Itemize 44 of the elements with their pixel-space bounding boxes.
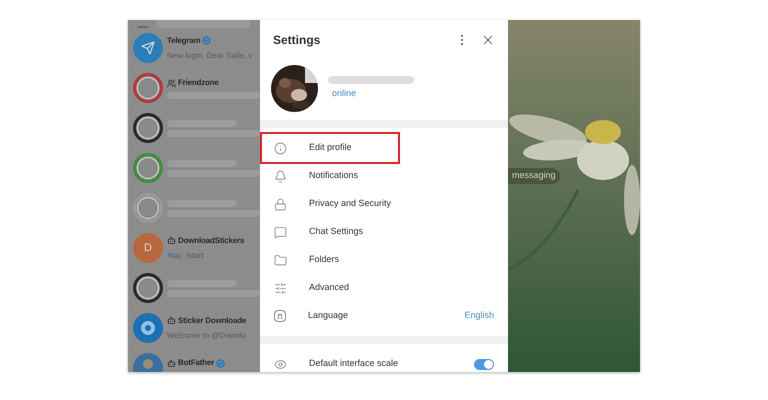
menu-item[interactable]: Advanced	[260, 274, 508, 302]
menu-item[interactable]: Language English	[260, 302, 508, 330]
chat-name: DownloadStickers	[178, 234, 244, 246]
menu-item[interactable]: Folders	[260, 246, 508, 274]
paper-plane-icon	[141, 41, 155, 55]
robot-icon	[167, 236, 176, 245]
menu-item[interactable]: Edit profile	[262, 134, 398, 162]
sender-label: You:	[167, 250, 183, 262]
robot-icon	[167, 358, 176, 368]
item-label: Folders	[309, 253, 340, 266]
avatar: D	[133, 233, 163, 263]
sliders-icon	[274, 282, 287, 294]
lock-icon	[274, 198, 287, 210]
eye-icon	[274, 358, 287, 370]
chat-name: BotFather	[178, 357, 214, 369]
item-label: Language	[308, 309, 350, 322]
status-text: online	[331, 86, 358, 100]
robot-icon	[167, 316, 176, 325]
item-label: Notifications	[309, 169, 360, 182]
language-icon	[274, 310, 286, 322]
menu-item[interactable]: Notifications	[260, 162, 508, 190]
item-label: Advanced	[309, 281, 350, 294]
chat-item[interactable]: Friendzone	[128, 68, 260, 108]
panel-title: Settings	[273, 32, 322, 49]
item-label: Edit profile	[309, 141, 353, 154]
ring-icon	[141, 321, 155, 335]
group-icon	[167, 78, 176, 88]
chat-item[interactable]: BotFather	[128, 348, 260, 372]
item-label: Chat Settings	[309, 225, 364, 238]
chat-name: Sticker Downloade	[178, 314, 246, 326]
close-icon[interactable]	[481, 33, 495, 47]
chat-name: Telegram	[167, 34, 200, 46]
item-label: Default interface scale	[309, 357, 400, 370]
info-icon	[274, 142, 287, 154]
menu-item[interactable]: Privacy and Security	[260, 190, 508, 218]
chat-name: Friendzone	[178, 77, 219, 89]
bell-icon	[274, 170, 287, 182]
toggle-switch[interactable]	[474, 358, 494, 370]
hint-pill: messaging	[508, 168, 560, 184]
item-label: Privacy and Security	[309, 197, 392, 210]
folder-icon	[274, 254, 287, 266]
item-value: English	[464, 309, 494, 322]
chat-icon	[274, 226, 287, 238]
menu-item[interactable]: Chat Settings	[260, 218, 508, 246]
